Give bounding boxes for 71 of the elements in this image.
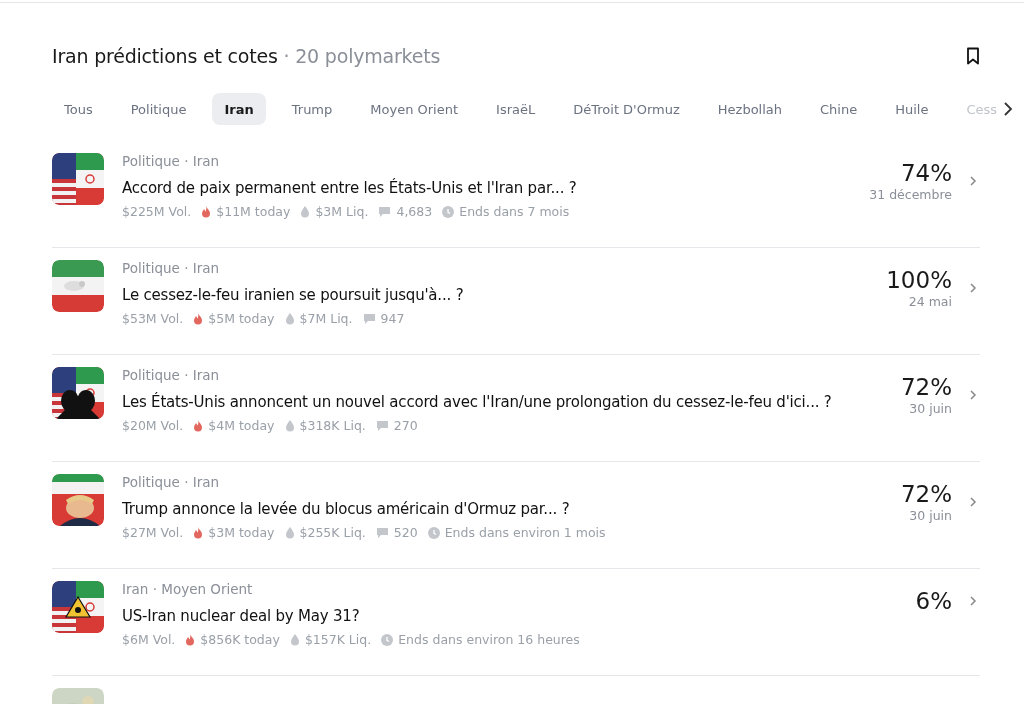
drop-icon	[300, 205, 311, 218]
ends-stat: Ends dans environ 1 mois	[444, 525, 606, 540]
drop-icon	[284, 419, 295, 432]
liquidity-stat: $3M Liq.	[315, 204, 369, 219]
category-label[interactable]: Politique · Iran	[122, 367, 220, 387]
category-tab[interactable]: Trump	[279, 93, 345, 125]
comment-icon	[375, 526, 389, 539]
drop-icon	[284, 526, 295, 539]
volume-stat: $53M Vol.	[122, 311, 184, 326]
category-tab[interactable]: IsraëL	[484, 93, 548, 125]
comment-icon	[375, 419, 389, 432]
chevron-right-icon[interactable]	[1003, 101, 1014, 117]
liquidity-stat: $157K Liq.	[304, 632, 372, 647]
bookmark-icon[interactable]	[966, 47, 980, 65]
today-stat: $4M today	[208, 418, 275, 433]
drop-icon	[289, 633, 300, 646]
category-tab[interactable]: Politique	[118, 93, 199, 125]
market-question[interactable]: Trump annonce la levée du blocus américain d'Ormuz par... ?	[122, 500, 901, 518]
end-date: 30 juin	[909, 508, 952, 523]
chance-percent: 74%	[900, 159, 952, 187]
category-tab[interactable]: Iran	[212, 93, 266, 125]
comments-stat: 947	[380, 311, 405, 326]
comment-icon	[378, 205, 392, 218]
chance-percent: 6%	[915, 587, 952, 615]
market-question[interactable]: US-Iran nuclear deal by May 31?	[122, 607, 916, 625]
ends-stat: Ends dans environ 16 heures	[398, 632, 580, 647]
category-label[interactable]: Politique · Iran	[122, 260, 220, 280]
liquidity-stat: $318K Liq.	[299, 418, 366, 433]
category-tab[interactable]: Hezbollah	[705, 93, 794, 125]
liquidity-stat: $7M Liq.	[299, 311, 353, 326]
category-tab[interactable]: Tous	[52, 93, 105, 125]
clock-icon	[442, 205, 455, 218]
category-tab[interactable]: Chine	[808, 93, 870, 125]
today-stat: $856K today	[200, 632, 280, 647]
volume-stat: $6M Vol.	[122, 632, 176, 647]
market-question[interactable]: Accord de paix permanent entre les États-Unis et l'Iran par... ?	[122, 179, 870, 197]
today-stat: $5M today	[208, 311, 275, 326]
comments-stat: 4,683	[396, 204, 433, 219]
flame-icon	[193, 312, 204, 325]
flame-icon	[201, 205, 212, 218]
clock-icon	[381, 633, 394, 646]
volume-stat: $27M Vol.	[122, 525, 184, 540]
page-title: Iran prédictions et cotes · 20 polymarkets	[52, 45, 441, 67]
comments-stat: 270	[393, 418, 418, 433]
drop-icon	[284, 312, 295, 325]
category-tab[interactable]: Huile	[883, 93, 941, 125]
category-label[interactable]: Politique · Iran	[122, 474, 220, 494]
end-date: 30 juin	[909, 401, 952, 416]
today-stat: $3M today	[208, 525, 275, 540]
category-tab[interactable]: Moyen Orient	[358, 93, 471, 125]
end-date: 31 décembre	[869, 187, 952, 202]
chance-percent: 100%	[886, 266, 952, 294]
flame-icon	[193, 526, 204, 539]
clock-icon	[427, 526, 440, 539]
market-question[interactable]: Le cessez-le-feu iranien se poursuit jusqu'à... ?	[122, 286, 887, 304]
category-tab[interactable]: DéTroit D'Ormuz	[561, 93, 692, 125]
category-label[interactable]: Iran · Moyen Orient	[122, 581, 253, 601]
flame-icon	[185, 633, 196, 646]
chance-percent: 72%	[900, 480, 952, 508]
comment-icon	[362, 312, 376, 325]
market-question[interactable]: Les États-Unis annoncent un nouvel accord avec l'Iran/une prolongation du cessez-le-feu d'ici... ?	[122, 393, 901, 411]
today-stat: $11M today	[216, 204, 291, 219]
chance-percent: 72%	[900, 373, 952, 401]
ends-stat: Ends dans 7 mois	[459, 204, 570, 219]
flame-icon	[193, 419, 204, 432]
category-label[interactable]: Politique · Iran	[122, 153, 220, 173]
end-date: 24 mai	[908, 294, 952, 309]
liquidity-stat: $255K Liq.	[299, 525, 366, 540]
volume-stat: $225M Vol.	[122, 204, 192, 219]
comments-stat: 520	[393, 525, 418, 540]
volume-stat: $20M Vol.	[122, 418, 184, 433]
